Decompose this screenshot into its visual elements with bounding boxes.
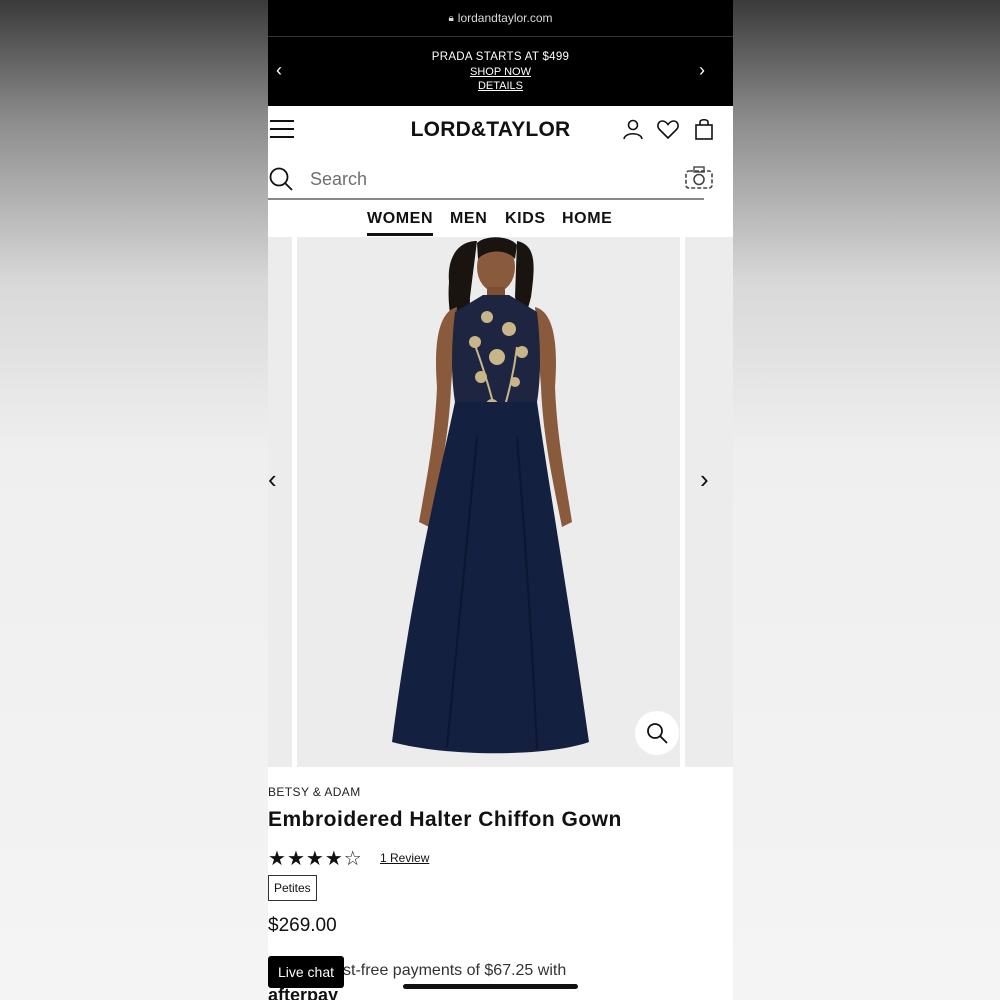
lock-icon: 🔒︎ xyxy=(448,12,454,24)
search-input[interactable]: Search xyxy=(310,169,367,190)
product-price: $269.00 xyxy=(268,915,337,936)
promo-details-link[interactable]: DETAILS xyxy=(268,80,733,92)
size-badge[interactable]: Petites xyxy=(268,875,317,901)
camera-icon[interactable] xyxy=(684,165,714,191)
promo-banner: ‹ PRADA STARTS AT $499 SHOP NOW DETAILS … xyxy=(268,36,733,107)
category-nav: WOMEN MEN KIDS HOME xyxy=(268,207,733,237)
reviews-link[interactable]: 1 Review xyxy=(380,851,429,865)
search-underline xyxy=(268,198,704,200)
phone-screen: 🔒︎ lordandtaylor.com ‹ PRADA STARTS AT $… xyxy=(268,0,733,1000)
blurred-background-left xyxy=(0,0,268,1000)
bag-icon[interactable] xyxy=(692,117,716,141)
star-icon: ★ xyxy=(286,848,306,870)
installment-text: st-free payments of $67.25 with xyxy=(343,962,567,979)
zoom-button[interactable] xyxy=(635,711,679,755)
active-tab-indicator xyxy=(367,233,433,236)
tab-home[interactable]: HOME xyxy=(562,210,612,228)
promo-next-icon[interactable]: › xyxy=(699,60,705,81)
tab-kids[interactable]: KIDS xyxy=(505,210,546,228)
url-text: lordandtaylor.com xyxy=(457,11,553,25)
previous-image-peek xyxy=(268,237,292,767)
star-icon: ★ xyxy=(324,848,344,870)
promo-shop-now-link[interactable]: SHOP NOW xyxy=(268,66,733,78)
account-icon[interactable] xyxy=(621,117,645,141)
gallery-next-icon[interactable]: › xyxy=(700,464,709,495)
product-name: Embroidered Halter Chiffon Gown xyxy=(268,808,622,831)
model-in-gown-illustration xyxy=(392,237,589,754)
gallery-prev-icon[interactable]: ‹ xyxy=(268,464,277,495)
zoom-icon xyxy=(647,723,668,744)
blurred-background-right xyxy=(733,0,1000,1000)
search-icon[interactable] xyxy=(268,166,294,192)
site-header: LORD&TAYLOR xyxy=(268,106,733,154)
live-chat-button[interactable]: Live chat xyxy=(268,956,344,988)
star-empty-icon: ☆ xyxy=(343,848,363,870)
rating-stars[interactable]: ★★★★☆ xyxy=(268,846,363,871)
heart-icon[interactable] xyxy=(656,117,680,141)
browser-url-bar[interactable]: 🔒︎ lordandtaylor.com xyxy=(268,0,733,36)
star-icon: ★ xyxy=(268,848,287,870)
promo-title: PRADA STARTS AT $499 xyxy=(431,51,570,63)
product-image[interactable] xyxy=(297,237,680,767)
tab-men[interactable]: MEN xyxy=(450,210,487,228)
tab-women[interactable]: WOMEN xyxy=(367,210,433,228)
next-image-peek xyxy=(685,237,733,767)
home-indicator[interactable] xyxy=(403,984,578,989)
star-icon: ★ xyxy=(305,848,325,870)
site-logo[interactable]: LORD&TAYLOR xyxy=(268,118,713,142)
product-brand[interactable]: BETSY & ADAM xyxy=(268,785,361,799)
product-gallery[interactable]: ‹ › xyxy=(268,237,733,767)
search-bar[interactable]: Search xyxy=(268,160,733,200)
